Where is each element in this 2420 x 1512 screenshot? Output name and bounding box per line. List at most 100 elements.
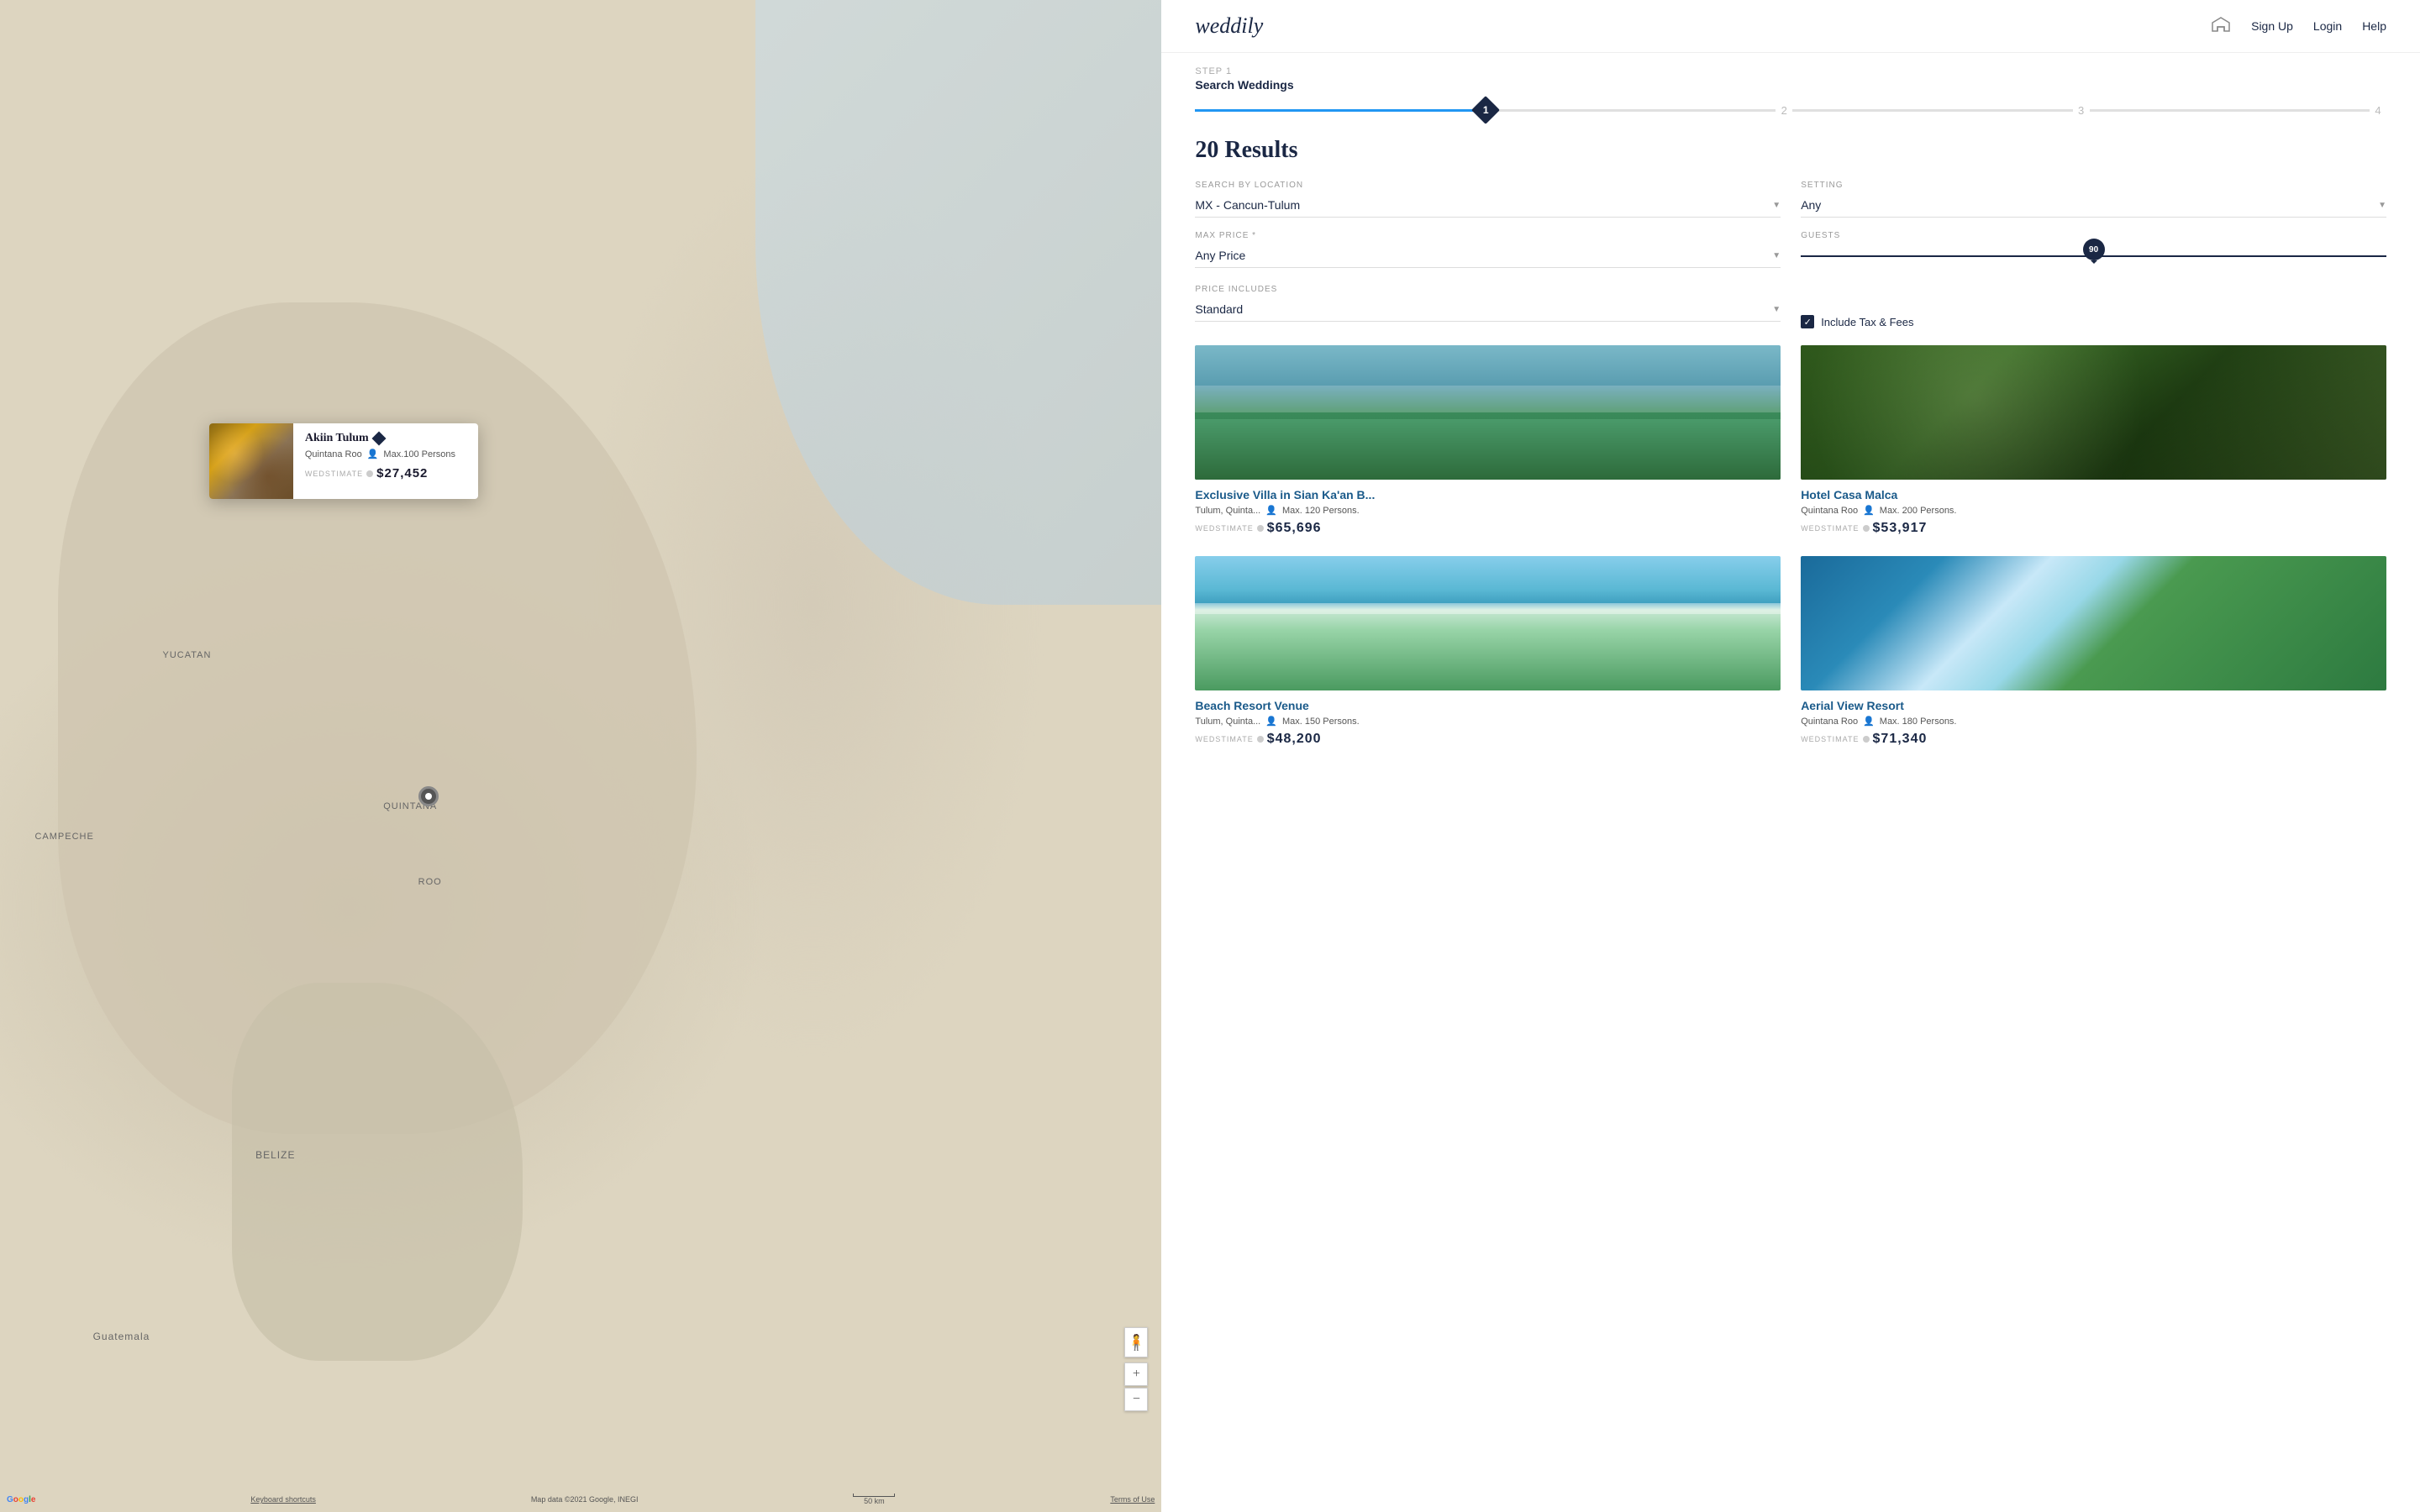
person-icon-0: 👤 [1265, 505, 1277, 516]
popup-wedstimate-row: WEDSTIMATE $27,452 [305, 466, 466, 480]
keyboard-shortcuts-link[interactable]: Keyboard shortcuts [250, 1495, 316, 1504]
price-chevron-icon: ▼ [1772, 251, 1781, 260]
main-content: 20 Results SEARCH BY LOCATION MX - Cancu… [1161, 120, 2420, 1512]
setting-filter: SETTING Any ▼ [1801, 181, 2386, 218]
step-4-indicator: 4 [2370, 102, 2386, 118]
map-footer: Google Keyboard shortcuts Map data ©2021… [0, 1494, 1161, 1505]
price-includes-value: Standard [1195, 302, 1243, 316]
header-nav: Sign Up Login Help [2211, 16, 2386, 37]
venue-meta-2: Tulum, Quinta... 👤 Max. 150 Persons. [1195, 716, 1781, 727]
location-label: SEARCH BY LOCATION [1195, 181, 1781, 190]
info-dot-icon-0 [1257, 525, 1264, 532]
info-dot-icon [366, 470, 373, 477]
setting-label: SETTING [1801, 181, 2386, 190]
right-panel: weddily Sign Up Login Help STEP 1 Search… [1161, 0, 2420, 1512]
location-select[interactable]: MX - Cancun-Tulum ▼ [1195, 193, 1781, 218]
step-1-number: 1 [1482, 104, 1488, 116]
info-dot-icon-2 [1257, 736, 1264, 743]
venue-persons-2: Max. 150 Persons. [1282, 717, 1360, 727]
setting-select[interactable]: Any ▼ [1801, 193, 2386, 218]
popup-max-persons: Max.100 Persons [383, 449, 455, 459]
step-label: STEP 1 [1195, 66, 2386, 76]
map-label-yucatan: YUCATAN [163, 650, 212, 660]
progress-bar: 1 2 3 4 [1195, 100, 2386, 120]
malca-image [1801, 345, 2386, 480]
tax-label: Include Tax & Fees [1821, 316, 1913, 328]
beach1-image [1195, 556, 1781, 690]
guests-filter: GUESTS 90 [1801, 231, 2386, 268]
zoom-out-button[interactable]: − [1124, 1388, 1148, 1411]
venue-card-2[interactable]: Beach Resort Venue Tulum, Quinta... 👤 Ma… [1195, 556, 1781, 747]
step-2-indicator: 2 [1776, 102, 1792, 118]
map-label-roo: ROO [418, 877, 442, 887]
step-3-indicator: 3 [2073, 102, 2090, 118]
step-title: Search Weddings [1195, 78, 2386, 92]
scale-bar: 50 km [853, 1494, 895, 1505]
sign-up-link[interactable]: Sign Up [2251, 19, 2293, 33]
tax-checkbox-group: Include Tax & Fees [1801, 315, 2386, 328]
google-logo: Google [7, 1495, 35, 1504]
map-label-belize: Belize [255, 1149, 295, 1161]
max-price-filter: MAX PRICE * Any Price ▼ [1195, 231, 1781, 268]
venue-price-2: $48,200 [1267, 732, 1322, 747]
scale-label: 50 km [864, 1497, 885, 1505]
venue-card-1[interactable]: Hotel Casa Malca Quintana Roo 👤 Max. 200… [1801, 345, 2386, 536]
login-link[interactable]: Login [2313, 19, 2342, 33]
person-icon-3: 👤 [1863, 716, 1875, 727]
popup-wedstimate-label: WEDSTIMATE [305, 470, 363, 478]
max-price-select[interactable]: Any Price ▼ [1195, 244, 1781, 268]
venue-name-1: Hotel Casa Malca [1801, 488, 2386, 501]
info-dot-icon-3 [1863, 736, 1870, 743]
price-includes-chevron-icon: ▼ [1772, 305, 1781, 314]
progress-empty-1 [1496, 109, 1776, 112]
header: weddily Sign Up Login Help [1161, 0, 2420, 53]
pegman-button[interactable]: 🧍 [1124, 1327, 1148, 1357]
popup-location-text: Quintana Roo [305, 449, 362, 459]
price-includes-filter: PRICE INCLUDES Standard ▼ [1195, 285, 1781, 328]
venue-persons-1: Max. 200 Persons. [1880, 506, 1957, 516]
zoom-in-button[interactable]: + [1124, 1362, 1148, 1386]
venue-card-0[interactable]: Exclusive Villa in Sian Ka'an B... Tulum… [1195, 345, 1781, 536]
map-background: YUCATAN CAMPECHE QUINTANA ROO Belize Gua… [0, 0, 1161, 1512]
guests-bubble: 90 [2083, 239, 2105, 260]
venue-location-0: Tulum, Quinta... [1195, 506, 1260, 516]
venue-icon [2211, 16, 2231, 37]
venue-location-2: Tulum, Quinta... [1195, 717, 1260, 727]
venue-name-2: Beach Resort Venue [1195, 699, 1781, 712]
venue-wedstimate-label-2: WEDSTIMATE [1195, 735, 1253, 743]
map-popup[interactable]: Akiin Tulum Quintana Roo 👤 Max.100 Perso… [209, 423, 478, 499]
venue-image-0 [1195, 345, 1781, 480]
setting-value: Any [1801, 198, 1821, 212]
venue-wedstimate-label-3: WEDSTIMATE [1801, 735, 1859, 743]
venue-card-3[interactable]: Aerial View Resort Quintana Roo 👤 Max. 1… [1801, 556, 2386, 747]
venue-persons-0: Max. 120 Persons. [1282, 506, 1360, 516]
venue-location-3: Quintana Roo [1801, 717, 1858, 727]
map-pin[interactable] [418, 786, 439, 806]
progress-empty-3 [2090, 109, 2370, 112]
location-filter: SEARCH BY LOCATION MX - Cancun-Tulum ▼ [1195, 181, 1781, 218]
venue-name-3: Aerial View Resort [1801, 699, 2386, 712]
venue-wedstimate-label-1: WEDSTIMATE [1801, 524, 1859, 533]
popup-venue-name: Akiin Tulum [305, 432, 369, 445]
tax-checkbox[interactable] [1801, 315, 1814, 328]
belize-land [232, 983, 523, 1361]
filters-row2: PRICE INCLUDES Standard ▼ Include Tax & … [1195, 285, 2386, 328]
sian-kaan-image [1195, 345, 1781, 480]
map-label-guatemala: Guatemala [93, 1331, 150, 1342]
help-link[interactable]: Help [2362, 19, 2386, 33]
popup-price: $27,452 [376, 466, 428, 480]
popup-content: Akiin Tulum Quintana Roo 👤 Max.100 Perso… [293, 423, 478, 499]
filters-grid: SEARCH BY LOCATION MX - Cancun-Tulum ▼ S… [1195, 181, 2386, 268]
map-data-label: Map data ©2021 Google, INEGI [531, 1495, 639, 1504]
terms-link[interactable]: Terms of Use [1110, 1495, 1155, 1504]
venue-name-0: Exclusive Villa in Sian Ka'an B... [1195, 488, 1781, 501]
map-controls: 🧍 + − [1124, 1327, 1148, 1411]
price-includes-label: PRICE INCLUDES [1195, 285, 1781, 294]
venue-wedstimate-row-1: WEDSTIMATE $53,917 [1801, 521, 2386, 536]
venues-grid: Exclusive Villa in Sian Ka'an B... Tulum… [1195, 345, 2386, 747]
guests-slider-container: 90 [1801, 244, 2386, 257]
setting-chevron-icon: ▼ [2378, 201, 2386, 210]
guests-slider-track[interactable]: 90 [1801, 255, 2386, 257]
venue-wedstimate-row-2: WEDSTIMATE $48,200 [1195, 732, 1781, 747]
price-includes-select[interactable]: Standard ▼ [1195, 297, 1781, 322]
